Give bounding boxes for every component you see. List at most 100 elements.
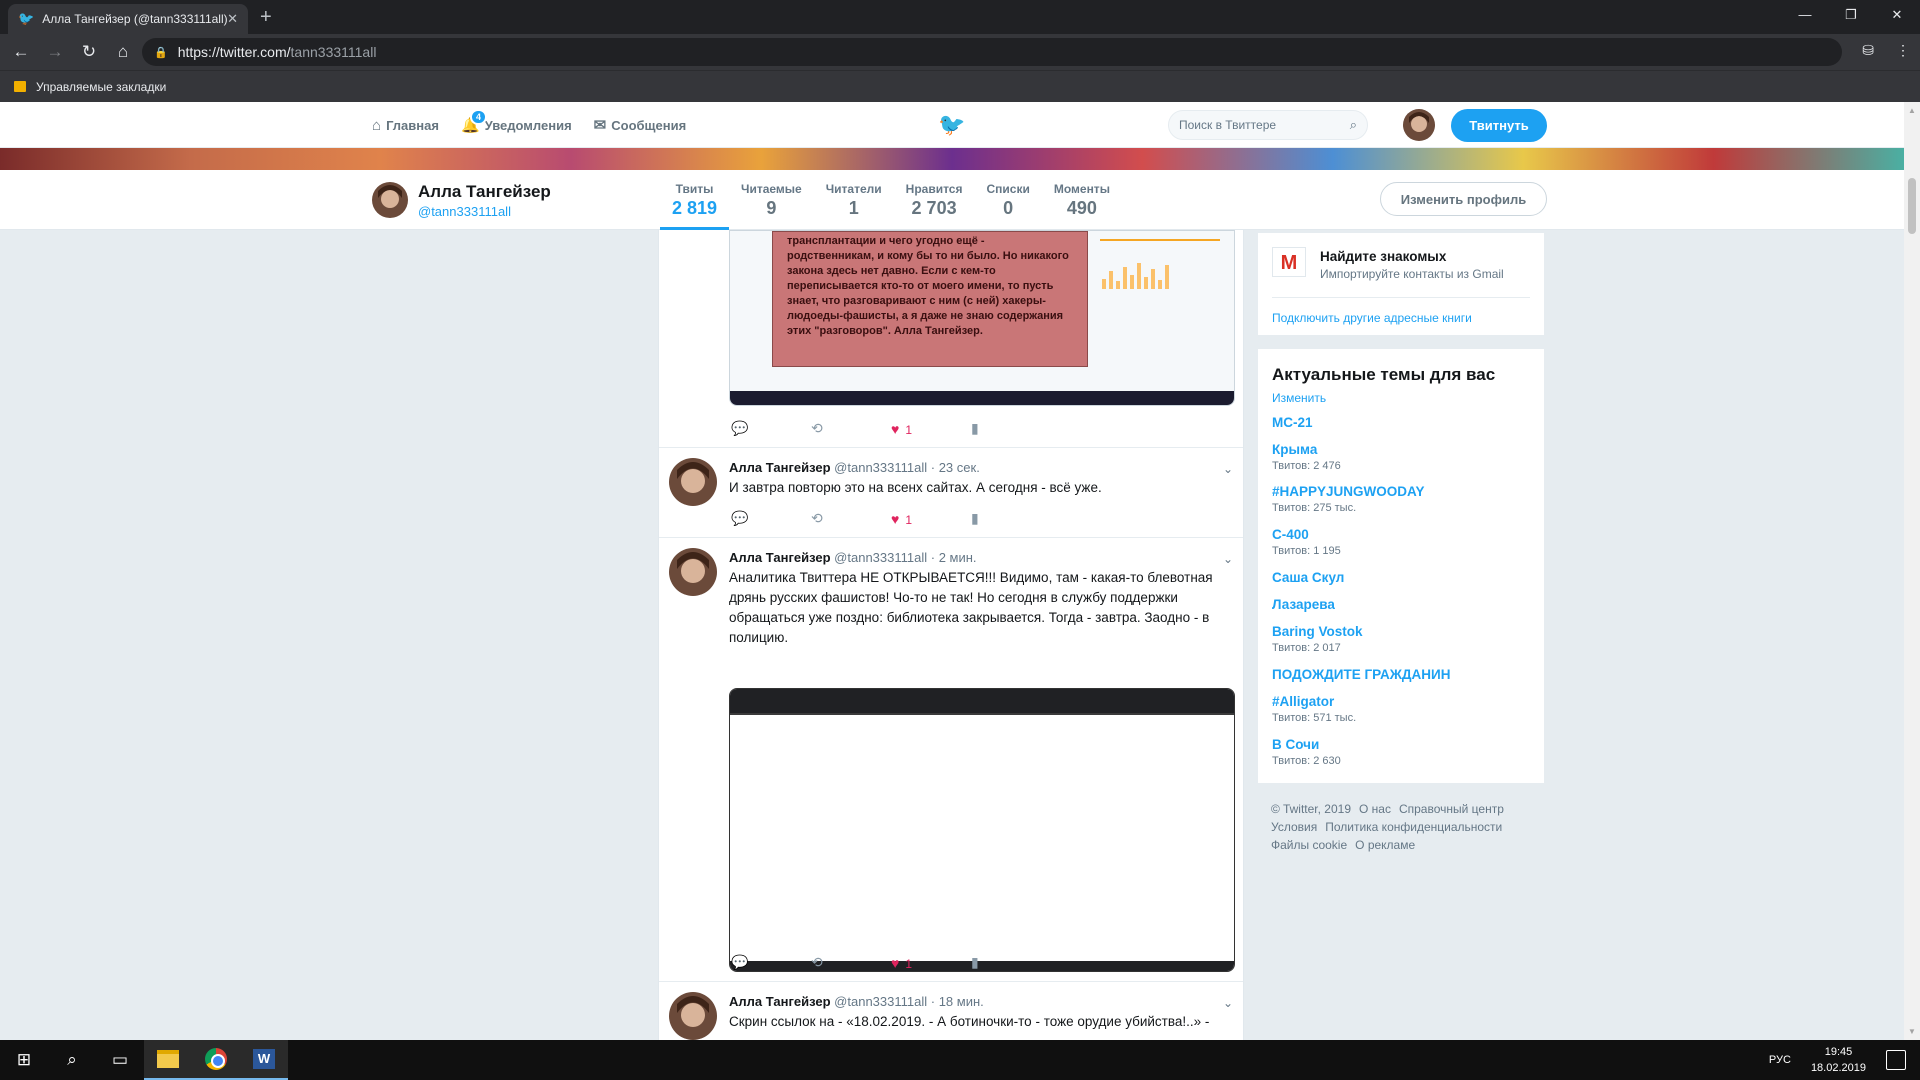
stat-lists[interactable]: Списки 0 — [974, 178, 1041, 230]
trend-item[interactable]: Лазарева — [1272, 597, 1335, 615]
trend-item[interactable]: #HAPPYJUNGWOODAY Твитов: 275 тыс. — [1272, 484, 1425, 514]
tweet-button[interactable]: Твитнуть — [1451, 109, 1547, 142]
retweet-icon[interactable]: ⟲ — [811, 510, 891, 527]
notification-center-icon[interactable] — [1886, 1050, 1906, 1070]
forward-arrow-icon[interactable]: → — [42, 42, 68, 62]
minimize-button[interactable]: — — [1782, 0, 1828, 30]
scroll-up-arrow-icon[interactable]: ▲ — [1908, 106, 1916, 115]
search-icon[interactable]: ⌕ — [48, 1040, 96, 1080]
footer-link-privacy[interactable]: Политика конфиденциальности — [1325, 820, 1502, 834]
tweet-author-handle[interactable]: @tann333111all — [834, 994, 927, 1009]
trend-item[interactable]: В Сочи Твитов: 2 630 — [1272, 737, 1341, 767]
nav-home[interactable]: ⌂ Главная — [372, 117, 439, 134]
trend-item[interactable]: Крыма Твитов: 2 476 — [1272, 442, 1341, 472]
trend-item[interactable]: С-400 Твитов: 1 195 — [1272, 527, 1341, 557]
stat-following[interactable]: Читаемые 9 — [729, 178, 814, 230]
back-arrow-icon[interactable]: ← — [8, 42, 34, 62]
trend-item[interactable]: Baring Vostok Твитов: 2 017 — [1272, 624, 1363, 654]
chevron-down-icon[interactable]: ⌄ — [1223, 552, 1233, 566]
tweet-avatar[interactable] — [669, 992, 717, 1040]
trend-item[interactable]: ПОДОЖДИТЕ ГРАЖДАНИН — [1272, 667, 1450, 685]
close-window-button[interactable]: ✕ — [1874, 0, 1920, 30]
trend-item[interactable]: Саша Скул — [1272, 570, 1344, 588]
page-scrollbar[interactable]: ▲ ▼ — [1904, 102, 1920, 1040]
extension-icon[interactable]: ⛁ — [1862, 42, 1874, 59]
home-icon[interactable]: ⌂ — [110, 42, 136, 62]
clock[interactable]: 19:45 18.02.2019 — [1811, 1044, 1866, 1076]
tab-close-icon[interactable]: ✕ — [227, 11, 238, 27]
analytics-icon[interactable]: ▮ — [971, 954, 1001, 971]
tweet-author-handle[interactable]: @tann333111all — [834, 460, 927, 475]
nav-messages[interactable]: ✉ Сообщения — [594, 116, 687, 134]
twitter-logo-icon[interactable]: 🐦 — [938, 112, 965, 138]
connect-address-books-link[interactable]: Подключить другие адресные книги — [1272, 311, 1472, 325]
scroll-down-arrow-icon[interactable]: ▼ — [1908, 1027, 1916, 1036]
profile-avatar[interactable] — [372, 182, 408, 218]
nav-notifications[interactable]: 🔔 4 Уведомления — [461, 109, 572, 134]
input-language[interactable]: РУС — [1769, 1054, 1791, 1066]
browser-tab[interactable]: 🐦 Алла Тангейзер (@tann333111all) / Твит… — [8, 4, 248, 34]
tweet-time[interactable]: · 23 сек. — [931, 460, 980, 475]
tweet-time[interactable]: · 18 мин. — [931, 994, 984, 1009]
like-button[interactable]: ♥ 1 — [891, 421, 971, 437]
chevron-down-icon[interactable]: ⌄ — [1223, 462, 1233, 476]
like-count: 1 — [905, 512, 912, 527]
windows-start-icon[interactable]: ⊞ — [0, 1040, 48, 1080]
stat-likes[interactable]: Нравится 2 703 — [894, 178, 975, 230]
reply-icon[interactable]: 💬 — [731, 510, 811, 527]
file-explorer-icon[interactable] — [144, 1040, 192, 1080]
like-button[interactable]: ♥ 1 — [891, 955, 971, 971]
analytics-icon[interactable]: ▮ — [971, 420, 1001, 437]
tweet-avatar[interactable] — [669, 548, 717, 596]
tweet-media-screenshot[interactable]: трансплантации и чего угодно ещё - родст… — [729, 230, 1235, 406]
tweet-author-handle[interactable]: @tann333111all — [834, 550, 927, 565]
like-count: 1 — [905, 956, 912, 971]
find-friends-subtitle[interactable]: Импортируйте контакты из Gmail — [1320, 267, 1504, 281]
find-friends-title[interactable]: Найдите знакомых — [1320, 249, 1446, 264]
scrollbar-thumb[interactable] — [1908, 178, 1916, 234]
user-avatar[interactable] — [1403, 109, 1435, 141]
footer-link-help[interactable]: Справочный центр — [1399, 802, 1504, 816]
bookmark-folder-managed[interactable]: Управляемые закладки — [36, 80, 166, 94]
tweet-time[interactable]: · 2 мин. — [931, 550, 977, 565]
edit-profile-button[interactable]: Изменить профиль — [1380, 182, 1547, 216]
footer-link-cookies[interactable]: Файлы cookie — [1271, 838, 1347, 852]
like-button[interactable]: ♥ 1 — [891, 511, 971, 527]
retweet-icon[interactable]: ⟲ — [811, 954, 891, 971]
tweet-author-name[interactable]: Алла Тангейзер — [729, 550, 831, 565]
trend-item[interactable]: #Alligator Твитов: 571 тыс. — [1272, 694, 1356, 724]
profile-handle[interactable]: @tann333111all — [418, 204, 511, 219]
new-tab-button[interactable]: + — [260, 4, 272, 30]
retweet-icon[interactable]: ⟲ — [811, 420, 891, 437]
word-icon[interactable]: W — [240, 1040, 288, 1080]
maximize-button[interactable]: ❐ — [1828, 0, 1874, 30]
chrome-icon[interactable] — [192, 1040, 240, 1080]
tweet-item[interactable]: Алла Тангейзер @tann333111all · 23 сек. … — [659, 448, 1243, 538]
tweet-item[interactable]: трансплантации и чего угодно ещё - родст… — [659, 230, 1243, 448]
tweet-author-name[interactable]: Алла Тангейзер — [729, 994, 831, 1009]
footer-link-about[interactable]: О нас — [1359, 802, 1391, 816]
tweet-media-screenshot[interactable] — [729, 688, 1235, 972]
reload-icon[interactable]: ↻ — [76, 42, 102, 62]
profile-name[interactable]: Алла Тангейзер — [418, 182, 551, 202]
stat-tweets[interactable]: Твиты 2 819 — [660, 178, 730, 230]
trends-change-link[interactable]: Изменить — [1272, 391, 1326, 405]
address-bar[interactable]: 🔒 https://twitter.com/tann333111all — [142, 38, 1842, 66]
footer-link-terms[interactable]: Условия — [1271, 820, 1317, 834]
tweet-author-name[interactable]: Алла Тангейзер — [729, 460, 831, 475]
reply-icon[interactable]: 💬 — [731, 954, 811, 971]
search-icon[interactable]: ⌕ — [1350, 117, 1357, 133]
tweet-item[interactable]: Алла Тангейзер @tann333111all · 18 мин. … — [659, 982, 1243, 1040]
reply-icon[interactable]: 💬 — [731, 420, 811, 437]
task-view-icon[interactable]: ▭ — [96, 1040, 144, 1080]
search-input[interactable] — [1179, 118, 1350, 132]
analytics-icon[interactable]: ▮ — [971, 510, 1001, 527]
tweet-item[interactable]: Алла Тангейзер @tann333111all · 2 мин. ⌄… — [659, 538, 1243, 982]
stat-moments[interactable]: Моменты 490 — [1042, 178, 1122, 230]
trend-item[interactable]: МС-21 — [1272, 415, 1313, 433]
menu-kebab-icon[interactable]: ⋮ — [1896, 42, 1910, 59]
tweet-avatar[interactable] — [669, 458, 717, 506]
stat-followers[interactable]: Читатели 1 — [814, 178, 894, 230]
chevron-down-icon[interactable]: ⌄ — [1223, 996, 1233, 1010]
footer-link-ads[interactable]: О рекламе — [1355, 838, 1415, 852]
